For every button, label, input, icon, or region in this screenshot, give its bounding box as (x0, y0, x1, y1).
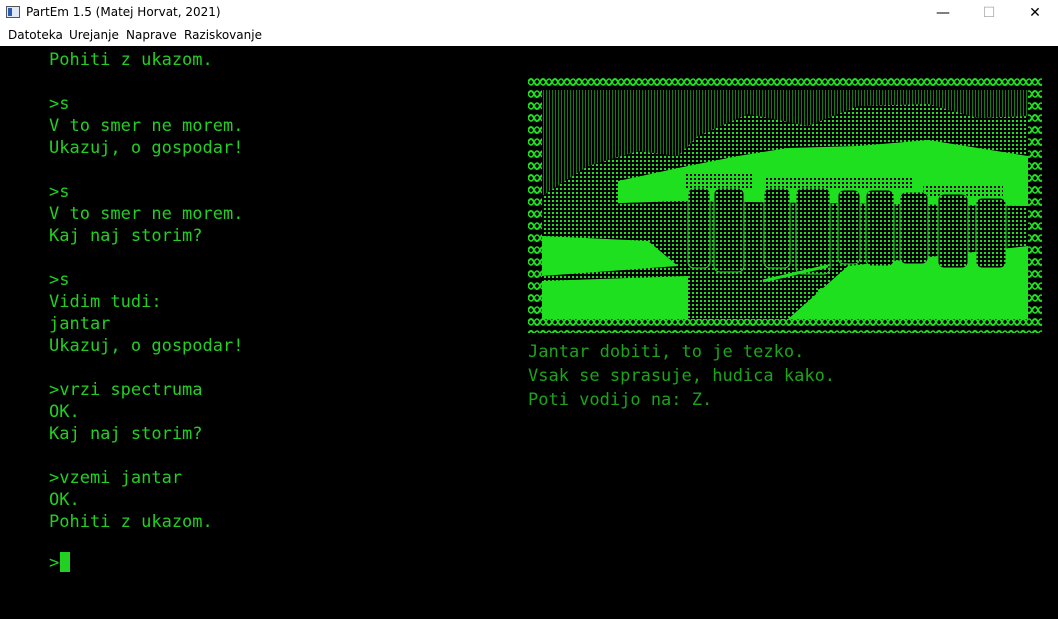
console-line: OK. (49, 402, 80, 422)
caption-line: Jantar dobiti, to je tezko. (528, 342, 805, 362)
console-line: V to smer ne morem. (49, 116, 244, 136)
menu-urejanje[interactable]: Urejanje (69, 28, 119, 42)
close-button[interactable]: ✕ (1012, 0, 1058, 26)
menu-naprave[interactable]: Naprave (126, 28, 177, 42)
app-icon (6, 6, 20, 18)
title-bar: PartEm 1.5 (Matej Horvat, 2021) — ☐ ✕ (0, 0, 1058, 26)
lintel (686, 174, 752, 188)
console-line: Ukazuj, o gospodar! (49, 138, 244, 158)
standing-stones (687, 187, 1007, 275)
text-cursor (60, 552, 71, 572)
prompt-symbol: > (49, 553, 60, 573)
console-line: OK. (49, 490, 80, 510)
console-line: >s (49, 182, 70, 202)
menu-raziskovanje[interactable]: Raziskovanje (184, 28, 262, 42)
console-line: Kaj naj storim? (49, 226, 203, 246)
caption-line: Poti vodijo na: Z. (528, 390, 713, 410)
window-title: PartEm 1.5 (Matej Horvat, 2021) (26, 5, 221, 19)
console-line: jantar (49, 314, 111, 334)
console-line: >vrzi spectruma (49, 380, 203, 400)
menu-bar: Datoteka Urejanje Naprave Raziskovanje (0, 26, 1058, 45)
maximize-button[interactable]: ☐ (966, 0, 1012, 26)
console-line: V to smer ne morem. (49, 204, 244, 224)
caption-line: Vsak se sprasuje, hudica kako. (528, 366, 836, 386)
scene-caption: Jantar dobiti, to je tezko. Vsak se spras… (528, 340, 835, 412)
console-line: Kaj naj storim? (49, 424, 203, 444)
console-line: >s (49, 94, 70, 114)
console-line: >s (49, 270, 70, 290)
input-line[interactable]: > (49, 552, 71, 574)
console-line: Vidim tudi: (49, 292, 162, 312)
minimize-button[interactable]: — (920, 0, 966, 26)
console-line: Pohiti z ukazom. (49, 512, 213, 532)
console-line: >vzemi jantar (49, 468, 183, 488)
console-output: Pohiti z ukazom. >s V to smer ne morem. Uka… (49, 49, 243, 533)
scene-picture (528, 76, 1042, 333)
console-line: Ukazuj, o gospodar! (49, 336, 244, 356)
console-line: Pohiti z ukazom. (49, 50, 213, 70)
menu-datoteka[interactable]: Datoteka (8, 28, 63, 42)
emulator-screen[interactable]: Pohiti z ukazom. >s V to smer ne morem. Uka… (0, 46, 1058, 619)
